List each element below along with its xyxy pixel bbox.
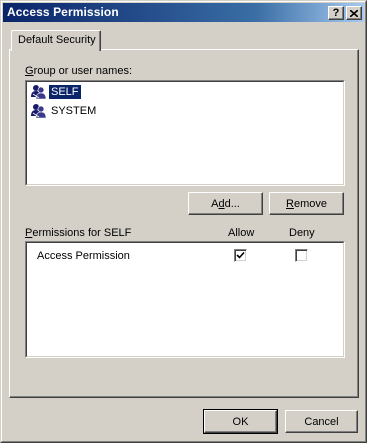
permission-name: Access Permission [37, 250, 130, 262]
permission-row: Access Permission [26, 247, 344, 265]
list-item-system[interactable]: SYSTEM [30, 102, 98, 120]
help-button[interactable]: ? [328, 6, 344, 20]
allow-checkbox[interactable] [234, 249, 247, 262]
window-title: Access Permission [7, 5, 119, 19]
remove-label-text: emove [293, 197, 327, 210]
user-group-icon [30, 103, 47, 119]
tab-label: Default Security [18, 34, 96, 46]
remove-button[interactable]: Remove [269, 192, 344, 215]
access-permission-dialog: Access Permission ? Default Security Gro… [0, 0, 367, 443]
title-bar[interactable]: Access Permission ? [3, 3, 364, 22]
remove-button-label: Remove [286, 198, 327, 210]
group-names-label-mnemonic: G [25, 65, 34, 77]
group-names-label-text: roup or user names: [33, 65, 132, 77]
group-names-label: Group or user names: [25, 65, 132, 77]
checkmark-icon [236, 251, 245, 259]
deny-checkbox[interactable] [295, 249, 308, 262]
tab-default-security[interactable]: Default Security [11, 30, 101, 51]
permissions-label: Permissions for SELF [25, 227, 131, 239]
help-icon: ? [332, 6, 340, 19]
add-label-post: d... [224, 197, 240, 210]
ok-button-label: OK [232, 415, 249, 428]
close-button[interactable] [346, 6, 362, 20]
permissions-listbox: Access Permission [25, 241, 345, 358]
user-group-icon [30, 84, 47, 100]
list-item-self[interactable]: SELF [30, 83, 81, 101]
remove-label-mnemonic: R [286, 197, 294, 210]
allow-column-header: Allow [228, 227, 255, 239]
cancel-button-label: Cancel [304, 415, 339, 428]
ok-button[interactable]: OK [203, 409, 278, 434]
permissions-label-text: ermissions for SELF [32, 227, 132, 239]
cancel-button[interactable]: Cancel [285, 410, 358, 433]
add-button-label: Add... [211, 198, 240, 210]
deny-column-header: Deny [289, 227, 315, 239]
add-button[interactable]: Add... [188, 192, 263, 215]
user-name: SYSTEM [51, 105, 97, 117]
user-name: SELF [49, 85, 81, 99]
users-listbox[interactable]: SELF SYSTEM [25, 80, 345, 186]
close-icon [350, 9, 358, 17]
